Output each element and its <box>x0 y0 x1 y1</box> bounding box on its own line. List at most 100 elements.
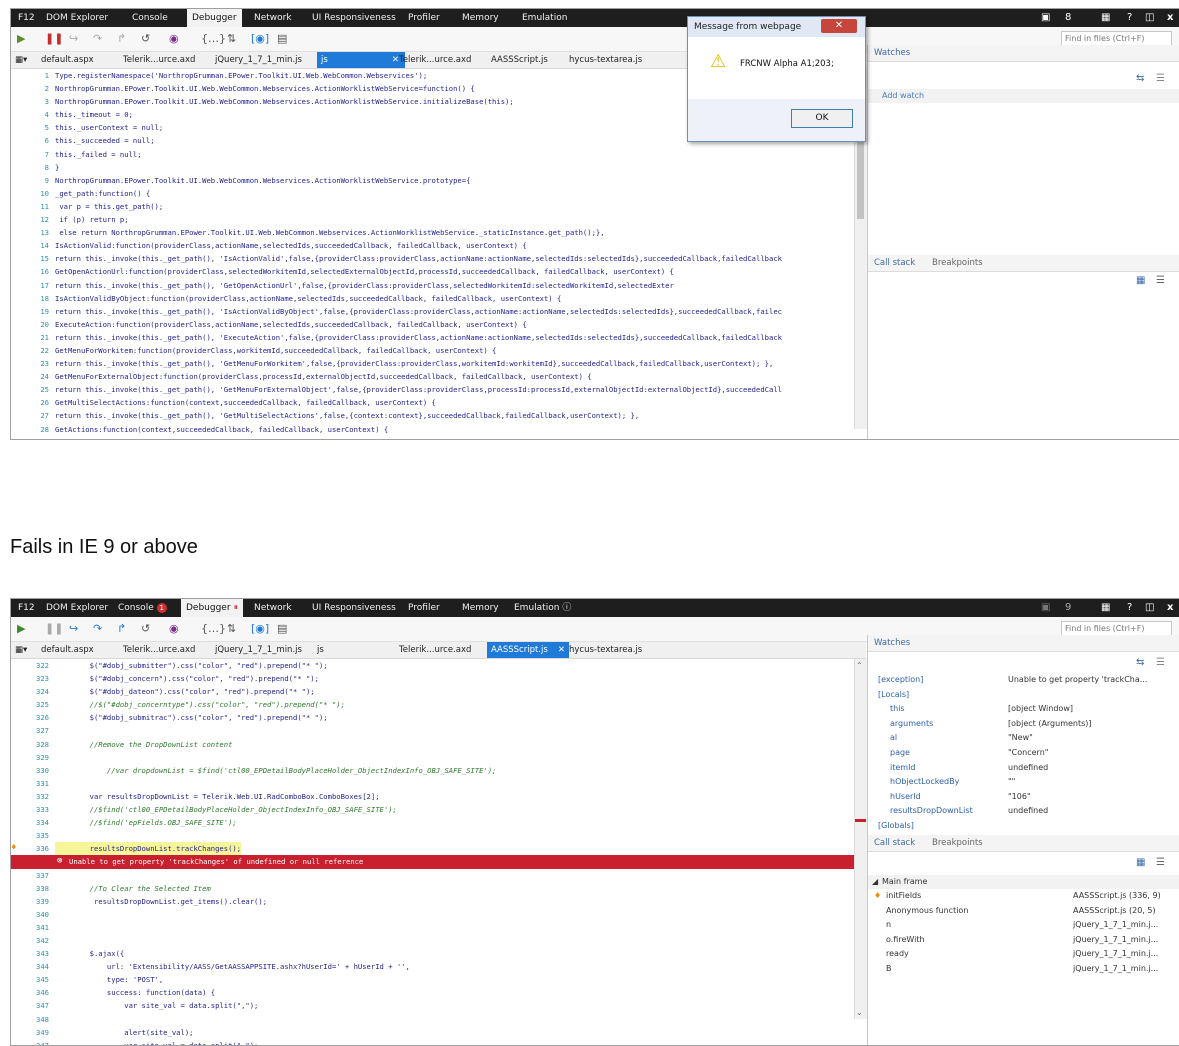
file-tab-default-aspx[interactable]: default.aspx <box>41 642 94 658</box>
add-watch-row[interactable]: Add watch <box>868 89 1179 103</box>
step-out-icon[interactable]: ↱ <box>117 621 126 637</box>
code-line[interactable]: 324 $("#dobj_dateon").css("color", "red"… <box>11 685 857 698</box>
tab-network[interactable]: Network <box>249 599 297 617</box>
watch-row[interactable]: [Locals] <box>868 688 1168 703</box>
code-line[interactable]: 23 return this._invoke(this._get_path(), … <box>11 357 857 370</box>
watch-row[interactable]: itemId undefined <box>868 761 1168 776</box>
file-tab-js[interactable]: js ✕ <box>317 52 405 68</box>
code-line[interactable]: 8} <box>11 161 857 174</box>
watch-row[interactable]: [exception] Unable to get property 'track… <box>868 673 1168 688</box>
watch-row[interactable]: al "New" <box>868 731 1168 746</box>
close-icon[interactable]: ✕ <box>392 52 399 68</box>
tab-breakpoints[interactable]: Breakpoints <box>932 255 983 271</box>
tab-f12[interactable]: F12 <box>13 9 40 27</box>
tab-emulation[interactable]: Emulation <box>517 9 572 27</box>
tab-debugger[interactable]: Debugger ⏸ <box>181 599 244 617</box>
close-button[interactable]: x <box>1167 9 1173 27</box>
file-tab-telerik-2[interactable]: Telerik...urce.axd <box>399 52 471 68</box>
tab-f12[interactable]: F12 <box>13 599 40 617</box>
code-line[interactable]: 325 //$("#dobj_concerntype").css("color"… <box>11 698 857 711</box>
code-line[interactable]: 13 else return NorthropGrumman.EPower.To… <box>11 226 857 239</box>
console-toggle-icon[interactable]: ▦ <box>1101 9 1110 27</box>
code-line[interactable]: 19 return this._invoke(this._get_path(), … <box>11 305 857 318</box>
monitor-icon[interactable]: ▣ <box>1041 9 1050 27</box>
tab-memory[interactable]: Memory <box>457 9 504 27</box>
word-wrap-icon[interactable]: ⇅ <box>227 621 236 637</box>
code-line[interactable]: 345 type: 'POST', <box>11 973 857 986</box>
exception-behavior-icon[interactable]: ◉ <box>169 621 179 637</box>
code-line[interactable]: 331 <box>11 777 857 790</box>
just-my-code-icon[interactable]: [◉] <box>251 31 269 47</box>
code-line[interactable]: 340 <box>11 908 857 921</box>
code-line[interactable]: 346 success: function(data) { <box>11 986 857 999</box>
code-line[interactable]: 332 var resultsDropDownList = Telerik.We… <box>11 790 857 803</box>
code-line[interactable]: ♦ 336 resultsDropDownList.trackChanges(); <box>11 842 857 856</box>
code-line[interactable]: 10 _get_path:function() { <box>11 187 857 200</box>
tab-profiler[interactable]: Profiler <box>403 9 445 27</box>
console-toggle-icon[interactable]: ▦ <box>1101 599 1110 617</box>
exception-message-bar[interactable]: ⊗ Unable to get property 'trackChanges' o… <box>11 855 857 869</box>
code-line[interactable]: 26 GetMultiSelectActions:function(context… <box>11 396 857 409</box>
word-wrap-icon[interactable]: ⇅ <box>227 31 236 47</box>
watch-row[interactable]: hObjectLockedBy "" <box>868 775 1168 790</box>
tab-console[interactable]: Console 1 <box>113 599 172 617</box>
scroll-down-icon[interactable]: ⌄ <box>856 1008 863 1017</box>
tab-console[interactable]: Console <box>127 9 173 27</box>
file-tab-telerik-1[interactable]: Telerik...urce.axd <box>123 52 195 68</box>
step-out-icon[interactable]: ↱ <box>117 31 126 47</box>
step-over-icon[interactable]: ↷ <box>93 31 102 47</box>
watch-row[interactable]: page "Concern" <box>868 746 1168 761</box>
breakpoints-toggle-icon[interactable]: ▤ <box>277 31 287 47</box>
watch-row[interactable]: hUserId "106" <box>868 790 1168 805</box>
tab-ui-responsiveness[interactable]: UI Responsiveness <box>307 9 401 27</box>
code-line[interactable]: 349 alert(site_val); <box>11 1026 857 1039</box>
add-watch-link[interactable]: Add watch <box>882 89 924 103</box>
code-line[interactable]: 323 $("#dobj_concern").css("color", "red… <box>11 672 857 685</box>
code-line[interactable]: 347 var site_val = data.split(","); <box>11 999 857 1012</box>
tab-debugger[interactable]: Debugger <box>187 9 242 27</box>
breakpoints-toggle-icon[interactable]: ▤ <box>277 621 287 637</box>
code-line[interactable]: 326 $("#dobj_submitrac").css("color", "r… <box>11 711 857 724</box>
callstack-icon[interactable]: ▦ <box>1136 275 1145 286</box>
tab-dom-explorer[interactable]: DOM Explorer <box>41 9 113 27</box>
code-line[interactable]: 344 url: 'Extensibility/AASS/GetAASSAPPS… <box>11 960 857 973</box>
watch-options-icon[interactable]: ☰ <box>1156 73 1165 84</box>
undock-icon[interactable]: ◫ <box>1145 599 1154 617</box>
pretty-print-icon[interactable]: {…} <box>201 31 226 47</box>
file-tab-js[interactable]: js <box>317 642 324 658</box>
code-line[interactable]: 21 return this._invoke(this._get_path(), … <box>11 331 857 344</box>
code-line[interactable]: 322 $("#dobj_submitter").css("color", "r… <box>11 659 857 672</box>
file-tab-default-aspx[interactable]: default.aspx <box>41 52 94 68</box>
continue-icon[interactable]: ▶ <box>17 621 25 637</box>
tab-network[interactable]: Network <box>249 9 297 27</box>
help-button[interactable]: ? <box>1127 9 1132 27</box>
watch-row[interactable]: this [object Window] <box>868 702 1168 717</box>
tab-call-stack[interactable]: Call stack <box>874 835 915 851</box>
break-icon[interactable]: ❚❚ <box>45 621 63 637</box>
code-line[interactable]: 24 GetMenuForExternalObject:function(prov… <box>11 370 857 383</box>
file-tab-telerik-1[interactable]: Telerik...urce.axd <box>123 642 195 658</box>
watch-row[interactable]: [Globals] <box>868 819 1168 834</box>
break-on-new-worker-icon[interactable]: ↺ <box>141 621 150 637</box>
code-line[interactable]: 339 resultsDropDownList.get_items().clea… <box>11 895 857 908</box>
tab-dom-explorer[interactable]: DOM Explorer <box>41 599 113 617</box>
code-line[interactable]: 337 <box>11 869 857 882</box>
code-line[interactable]: 20 ExecuteAction:function(providerClass,a… <box>11 318 857 331</box>
code-line[interactable]: 347 var site_val = data.split(","); <box>11 1039 857 1045</box>
code-line[interactable]: 338 //To Clear the Selected Item <box>11 882 857 895</box>
close-button[interactable]: x <box>1167 599 1173 617</box>
step-into-icon[interactable]: ↪ <box>69 621 78 637</box>
file-picker-icon[interactable]: ▦▾ <box>15 642 27 658</box>
call-stack-row[interactable]: Anonymous function AASSScript.js (20, 5) <box>868 904 1168 919</box>
dialog-ok-button[interactable]: OK <box>791 109 853 128</box>
tab-emulation[interactable]: Emulation ⓘ <box>509 599 576 617</box>
callstack-options-icon[interactable]: ☰ <box>1156 275 1165 286</box>
close-icon[interactable]: ✕ <box>558 642 565 658</box>
watch-options-icon[interactable]: ☰ <box>1156 657 1165 668</box>
dialog-close-button[interactable]: ✕ <box>821 19 857 33</box>
code-line[interactable]: 17 return this._invoke(this._get_path(), … <box>11 279 857 292</box>
code-line[interactable]: 12 if (p) return p; <box>11 213 857 226</box>
code-line[interactable]: 28 GetActions:function(context,succeededC… <box>11 423 857 436</box>
watch-row[interactable]: resultsDropDownList undefined <box>868 804 1168 819</box>
code-line[interactable]: 15 return this._invoke(this._get_path(), … <box>11 252 857 265</box>
